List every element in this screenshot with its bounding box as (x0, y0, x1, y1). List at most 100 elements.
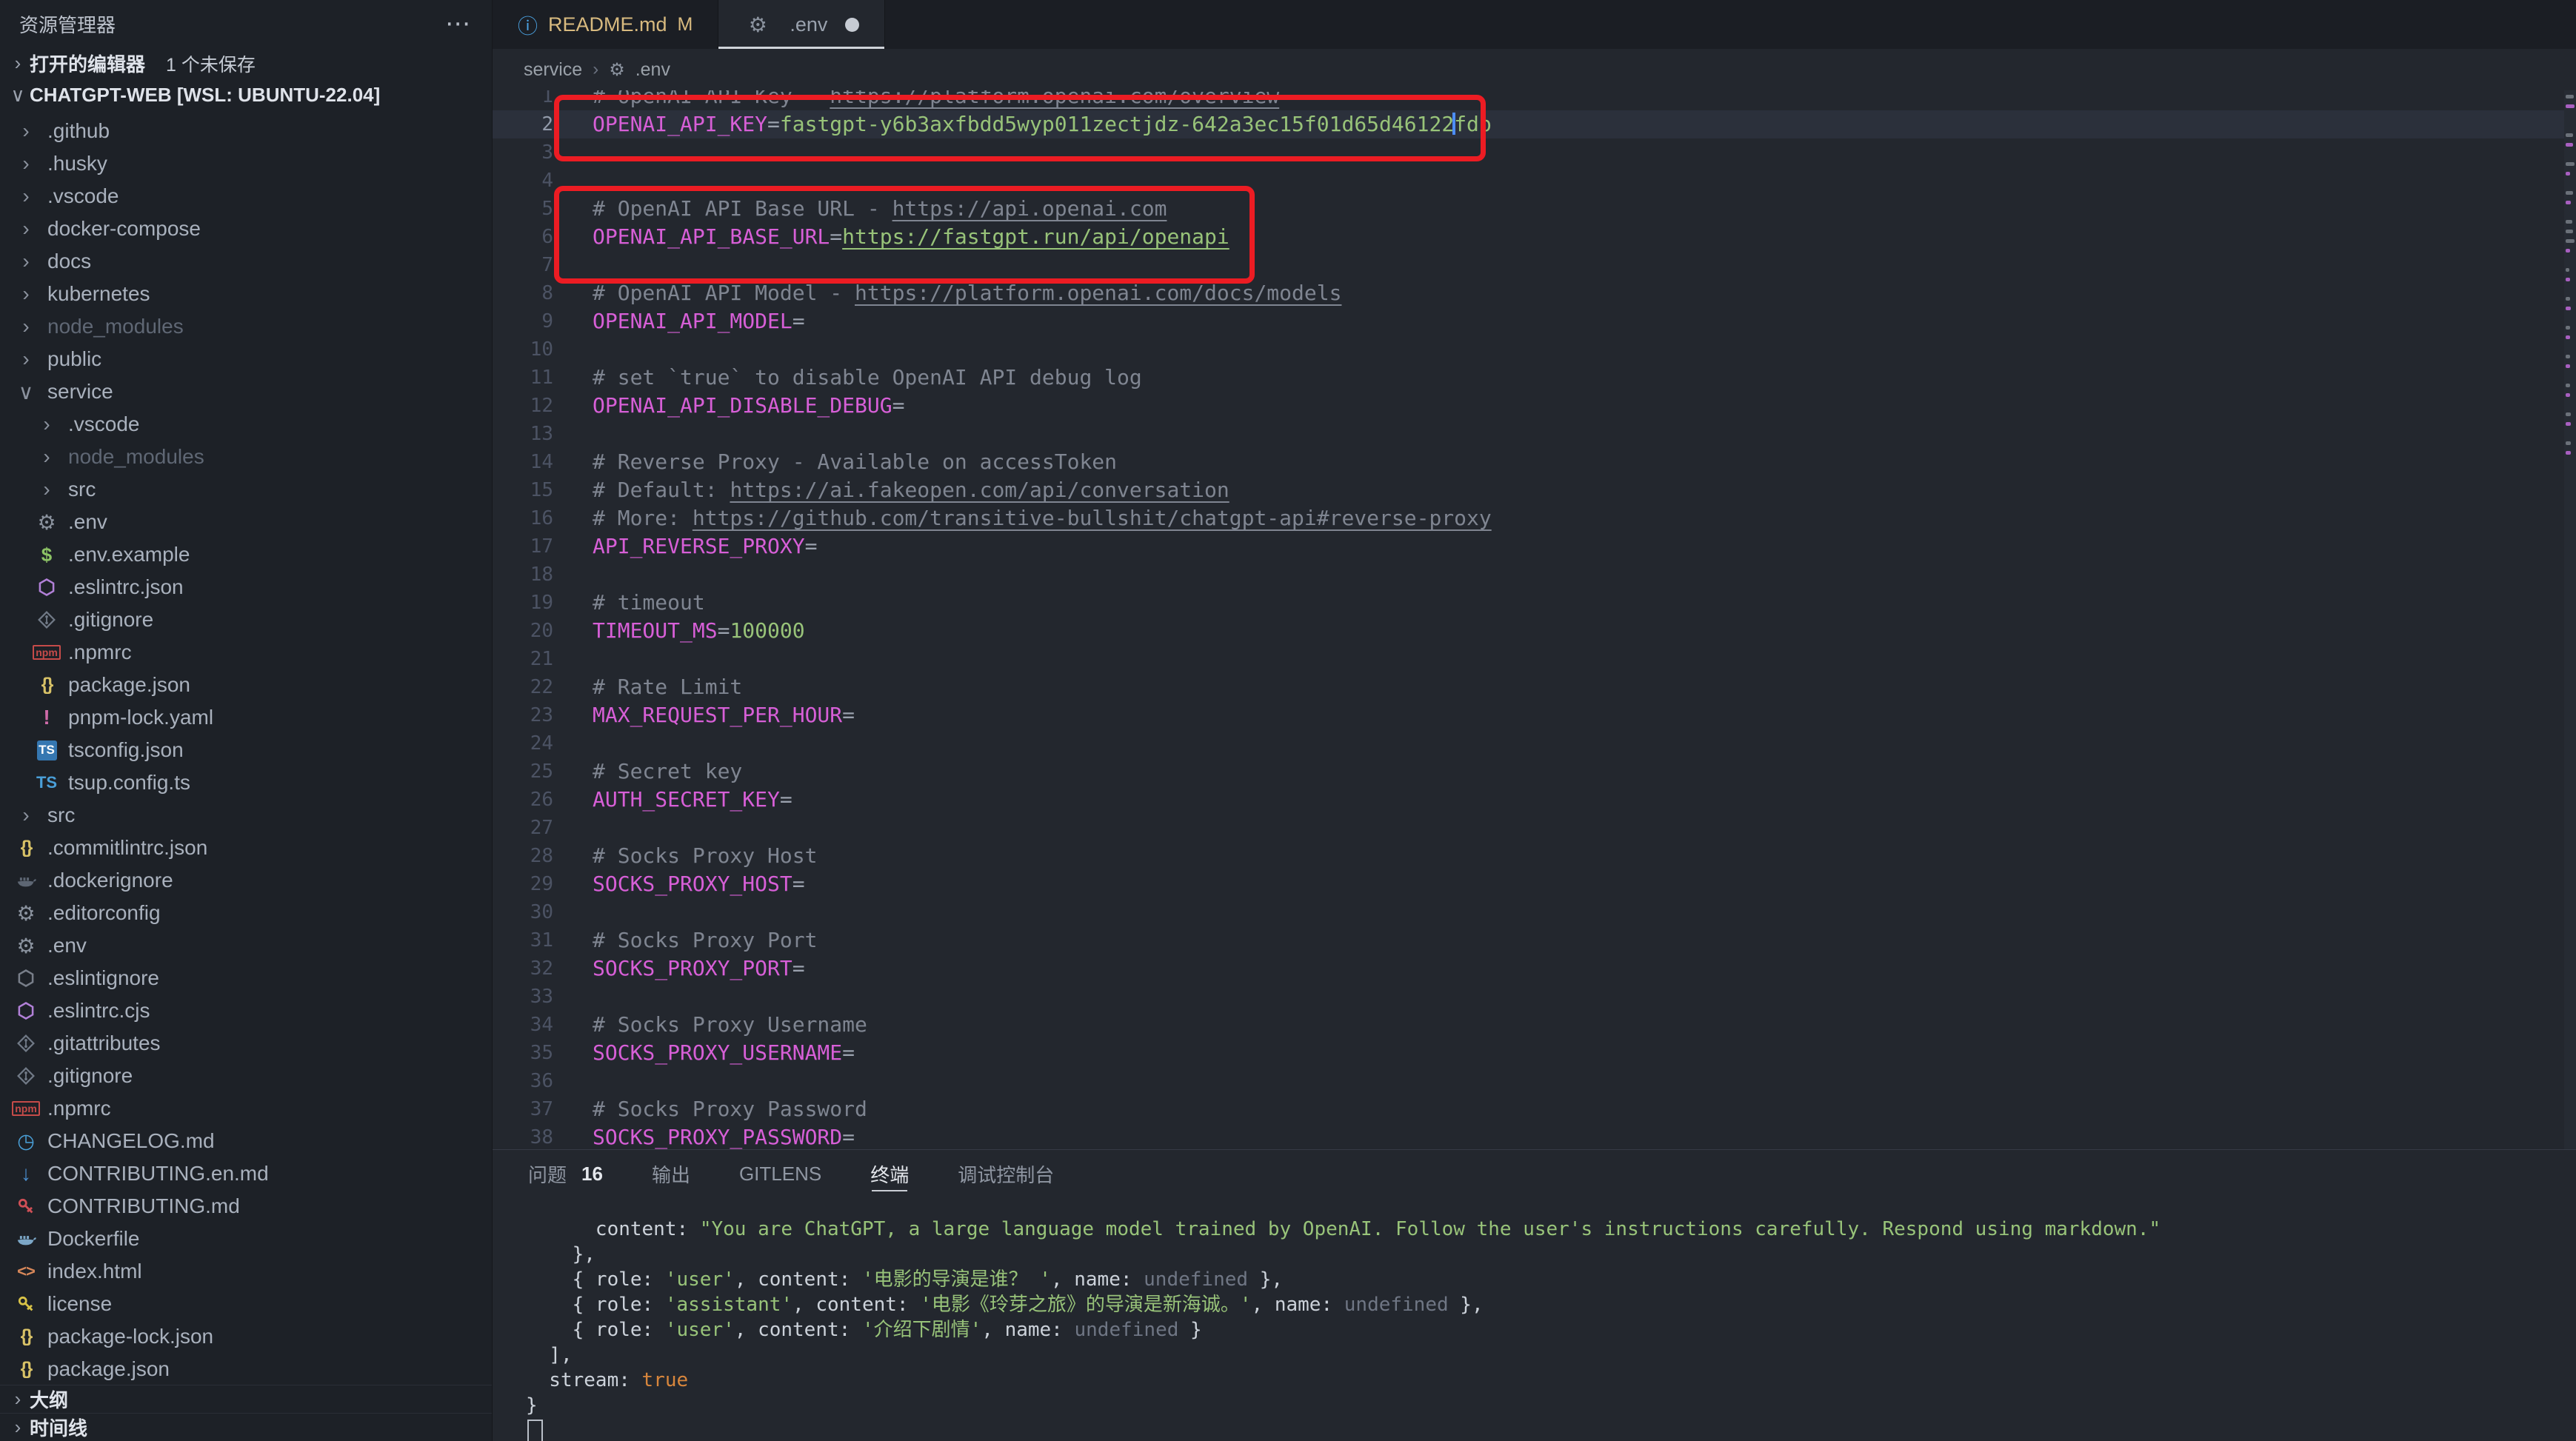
tree-item-docker-compose[interactable]: ›docker-compose (0, 213, 492, 245)
code-line-7: 7 (493, 251, 2564, 279)
code-line-38: 38SOCKS_PROXY_PASSWORD= (493, 1123, 2564, 1149)
panel-tab-label: 问题 (528, 1160, 567, 1188)
tree-item-src[interactable]: ›src (0, 473, 492, 506)
code-lines: 1# OpenAI API Key - https://platform.ope… (493, 90, 2564, 1149)
tree-item-node-modules[interactable]: ›node_modules (0, 441, 492, 473)
line-number: 10 (493, 335, 553, 364)
minimap[interactable] (2564, 90, 2576, 1149)
tree-item-package.json[interactable]: {}package.json (0, 1353, 492, 1385)
more-actions-icon[interactable]: ⋯ (445, 9, 473, 39)
code-line-3: 3 (493, 138, 2564, 167)
tree-item-public[interactable]: ›public (0, 343, 492, 375)
code-line-34: 34# Socks Proxy Username (493, 1011, 2564, 1039)
code-line-8: 8# OpenAI API Model - https://platform.o… (493, 279, 2564, 307)
tree-item-label: .commitlintrc.json (47, 836, 207, 860)
breadcrumb-item[interactable]: service (524, 59, 582, 81)
tree-item-.eslintignore[interactable]: .eslintignore (0, 962, 492, 994)
tree-item-label: CONTRIBUTING.md (47, 1194, 240, 1218)
tree-item-service[interactable]: ∨service (0, 375, 492, 408)
line-number: 28 (493, 842, 553, 870)
tree-item-kubernetes[interactable]: ›kubernetes (0, 278, 492, 310)
tree-item-pnpm-lock.yaml[interactable]: !pnpm-lock.yaml (0, 701, 492, 734)
chevron-right-icon: › (12, 803, 40, 827)
tree-item-.husky[interactable]: ›.husky (0, 147, 492, 180)
braces-icon: {} (12, 1359, 40, 1380)
tree-item-.gitignore[interactable]: .gitignore (0, 604, 492, 636)
tree-item-CHANGELOG.md[interactable]: ◷CHANGELOG.md (0, 1125, 492, 1157)
workspace-label: CHATGPT-WEB [WSL: UBUNTU-22.04] (30, 84, 380, 107)
tree-item-CONTRIBUTING.md[interactable]: CONTRIBUTING.md (0, 1190, 492, 1223)
tree-item-tsconfig.json[interactable]: TStsconfig.json (0, 734, 492, 766)
vscode-window: 资源管理器 ⋯ › 打开的编辑器 1 个未保存 ∨ CHATGPT-WEB [W… (0, 0, 2576, 1441)
tree-item-label: .gitattributes (47, 1032, 161, 1055)
tree-item-index.html[interactable]: <>index.html (0, 1255, 492, 1288)
tree-item-CONTRIBUTING.en.md[interactable]: ↓CONTRIBUTING.en.md (0, 1157, 492, 1190)
tree-item-.env[interactable]: ⚙.env (0, 506, 492, 538)
breadcrumb-item[interactable]: .env (635, 59, 670, 81)
panel-tab-GITLENS[interactable]: GITLENS (739, 1150, 821, 1197)
panel-tab-问题[interactable]: 问题16 (528, 1150, 603, 1197)
code-line-37: 37# Socks Proxy Password (493, 1095, 2564, 1123)
gear-icon: ⚙ (744, 13, 772, 37)
chevron-right-icon: › (12, 347, 40, 371)
unsaved-count-badge: 1 个未保存 (166, 50, 256, 77)
tree-item-package.json[interactable]: {}package.json (0, 669, 492, 701)
line-number: 18 (493, 561, 553, 589)
code-line-10: 10 (493, 335, 2564, 364)
line-number: 25 (493, 758, 553, 786)
tab-.env[interactable]: ⚙.env (718, 0, 885, 49)
code-line-17: 17API_REVERSE_PROXY= (493, 532, 2564, 561)
whale-dim-icon (12, 870, 40, 891)
code-line-28: 28# Socks Proxy Host (493, 842, 2564, 870)
tree-item-label: docker-compose (47, 217, 201, 241)
tree-item-.dockerignore[interactable]: .dockerignore (0, 864, 492, 897)
code-line-12: 12OPENAI_API_DISABLE_DEBUG= (493, 392, 2564, 420)
line-number: 35 (493, 1039, 553, 1067)
tree-item-node-modules[interactable]: ›node_modules (0, 310, 492, 343)
dollar-icon: $ (33, 544, 61, 566)
tree-item-.npmrc[interactable]: npm.npmrc (0, 636, 492, 669)
line-number: 38 (493, 1123, 553, 1149)
panel-tab-label: 输出 (652, 1160, 690, 1188)
tree-item-docs[interactable]: ›docs (0, 245, 492, 278)
gear-icon: ⚙ (33, 510, 61, 535)
eslint-icon (12, 1000, 40, 1021)
terminal[interactable]: content: "You are ChatGPT, a large langu… (493, 1197, 2576, 1441)
tab-README.md[interactable]: ⓘREADME.mdM (493, 0, 718, 49)
tree-item-.env[interactable]: ⚙.env (0, 929, 492, 962)
tree-item-.vscode[interactable]: ›.vscode (0, 180, 492, 213)
line-content: # Reverse Proxy - Available on accessTok… (593, 448, 1117, 476)
tree-item-.vscode[interactable]: ›.vscode (0, 408, 492, 441)
line-number: 15 (493, 476, 553, 504)
minimap-line-mark (2566, 230, 2573, 233)
tree-item-tsup.config.ts[interactable]: TStsup.config.ts (0, 766, 492, 799)
code-editor[interactable]: 1# OpenAI API Key - https://platform.ope… (493, 90, 2576, 1149)
tree-item-label: .dockerignore (47, 869, 173, 892)
tree-item-.github[interactable]: ›.github (0, 115, 492, 147)
tree-item-.env.example[interactable]: $.env.example (0, 538, 492, 571)
workspace-section[interactable]: ∨ CHATGPT-WEB [WSL: UBUNTU-22.04] (0, 79, 492, 111)
tree-item-.eslintrc.json[interactable]: .eslintrc.json (0, 571, 492, 604)
tree-item-package-lock.json[interactable]: {}package-lock.json (0, 1320, 492, 1353)
tree-item-.npmrc[interactable]: npm.npmrc (0, 1092, 492, 1125)
outline-section[interactable]: › 大纲 (0, 1385, 492, 1413)
minimap-line-mark (2566, 104, 2575, 108)
open-editors-section[interactable]: › 打开的编辑器 1 个未保存 (0, 47, 492, 79)
tree-item-src[interactable]: ›src (0, 799, 492, 832)
tree-item-Dockerfile[interactable]: Dockerfile (0, 1223, 492, 1255)
minimap-line-mark (2566, 422, 2571, 426)
tree-item-.editorconfig[interactable]: ⚙.editorconfig (0, 897, 492, 929)
git-icon (33, 609, 61, 630)
tree-item-.gitignore[interactable]: .gitignore (0, 1060, 492, 1092)
panel-tab-终端[interactable]: 终端 (870, 1150, 909, 1197)
panel-tab-调试控制台[interactable]: 调试控制台 (958, 1150, 1054, 1197)
timeline-section[interactable]: › 时间线 (0, 1413, 492, 1441)
tree-item-license[interactable]: license (0, 1288, 492, 1320)
tree-item-.commitlintrc.json[interactable]: {}.commitlintrc.json (0, 832, 492, 864)
tree-item-.eslintrc.cjs[interactable]: .eslintrc.cjs (0, 994, 492, 1027)
line-number: 29 (493, 870, 553, 898)
code-line-20: 20TIMEOUT_MS=100000 (493, 617, 2564, 645)
explorer-sidebar: 资源管理器 ⋯ › 打开的编辑器 1 个未保存 ∨ CHATGPT-WEB [W… (0, 0, 493, 1441)
tree-item-.gitattributes[interactable]: .gitattributes (0, 1027, 492, 1060)
panel-tab-输出[interactable]: 输出 (652, 1150, 690, 1197)
